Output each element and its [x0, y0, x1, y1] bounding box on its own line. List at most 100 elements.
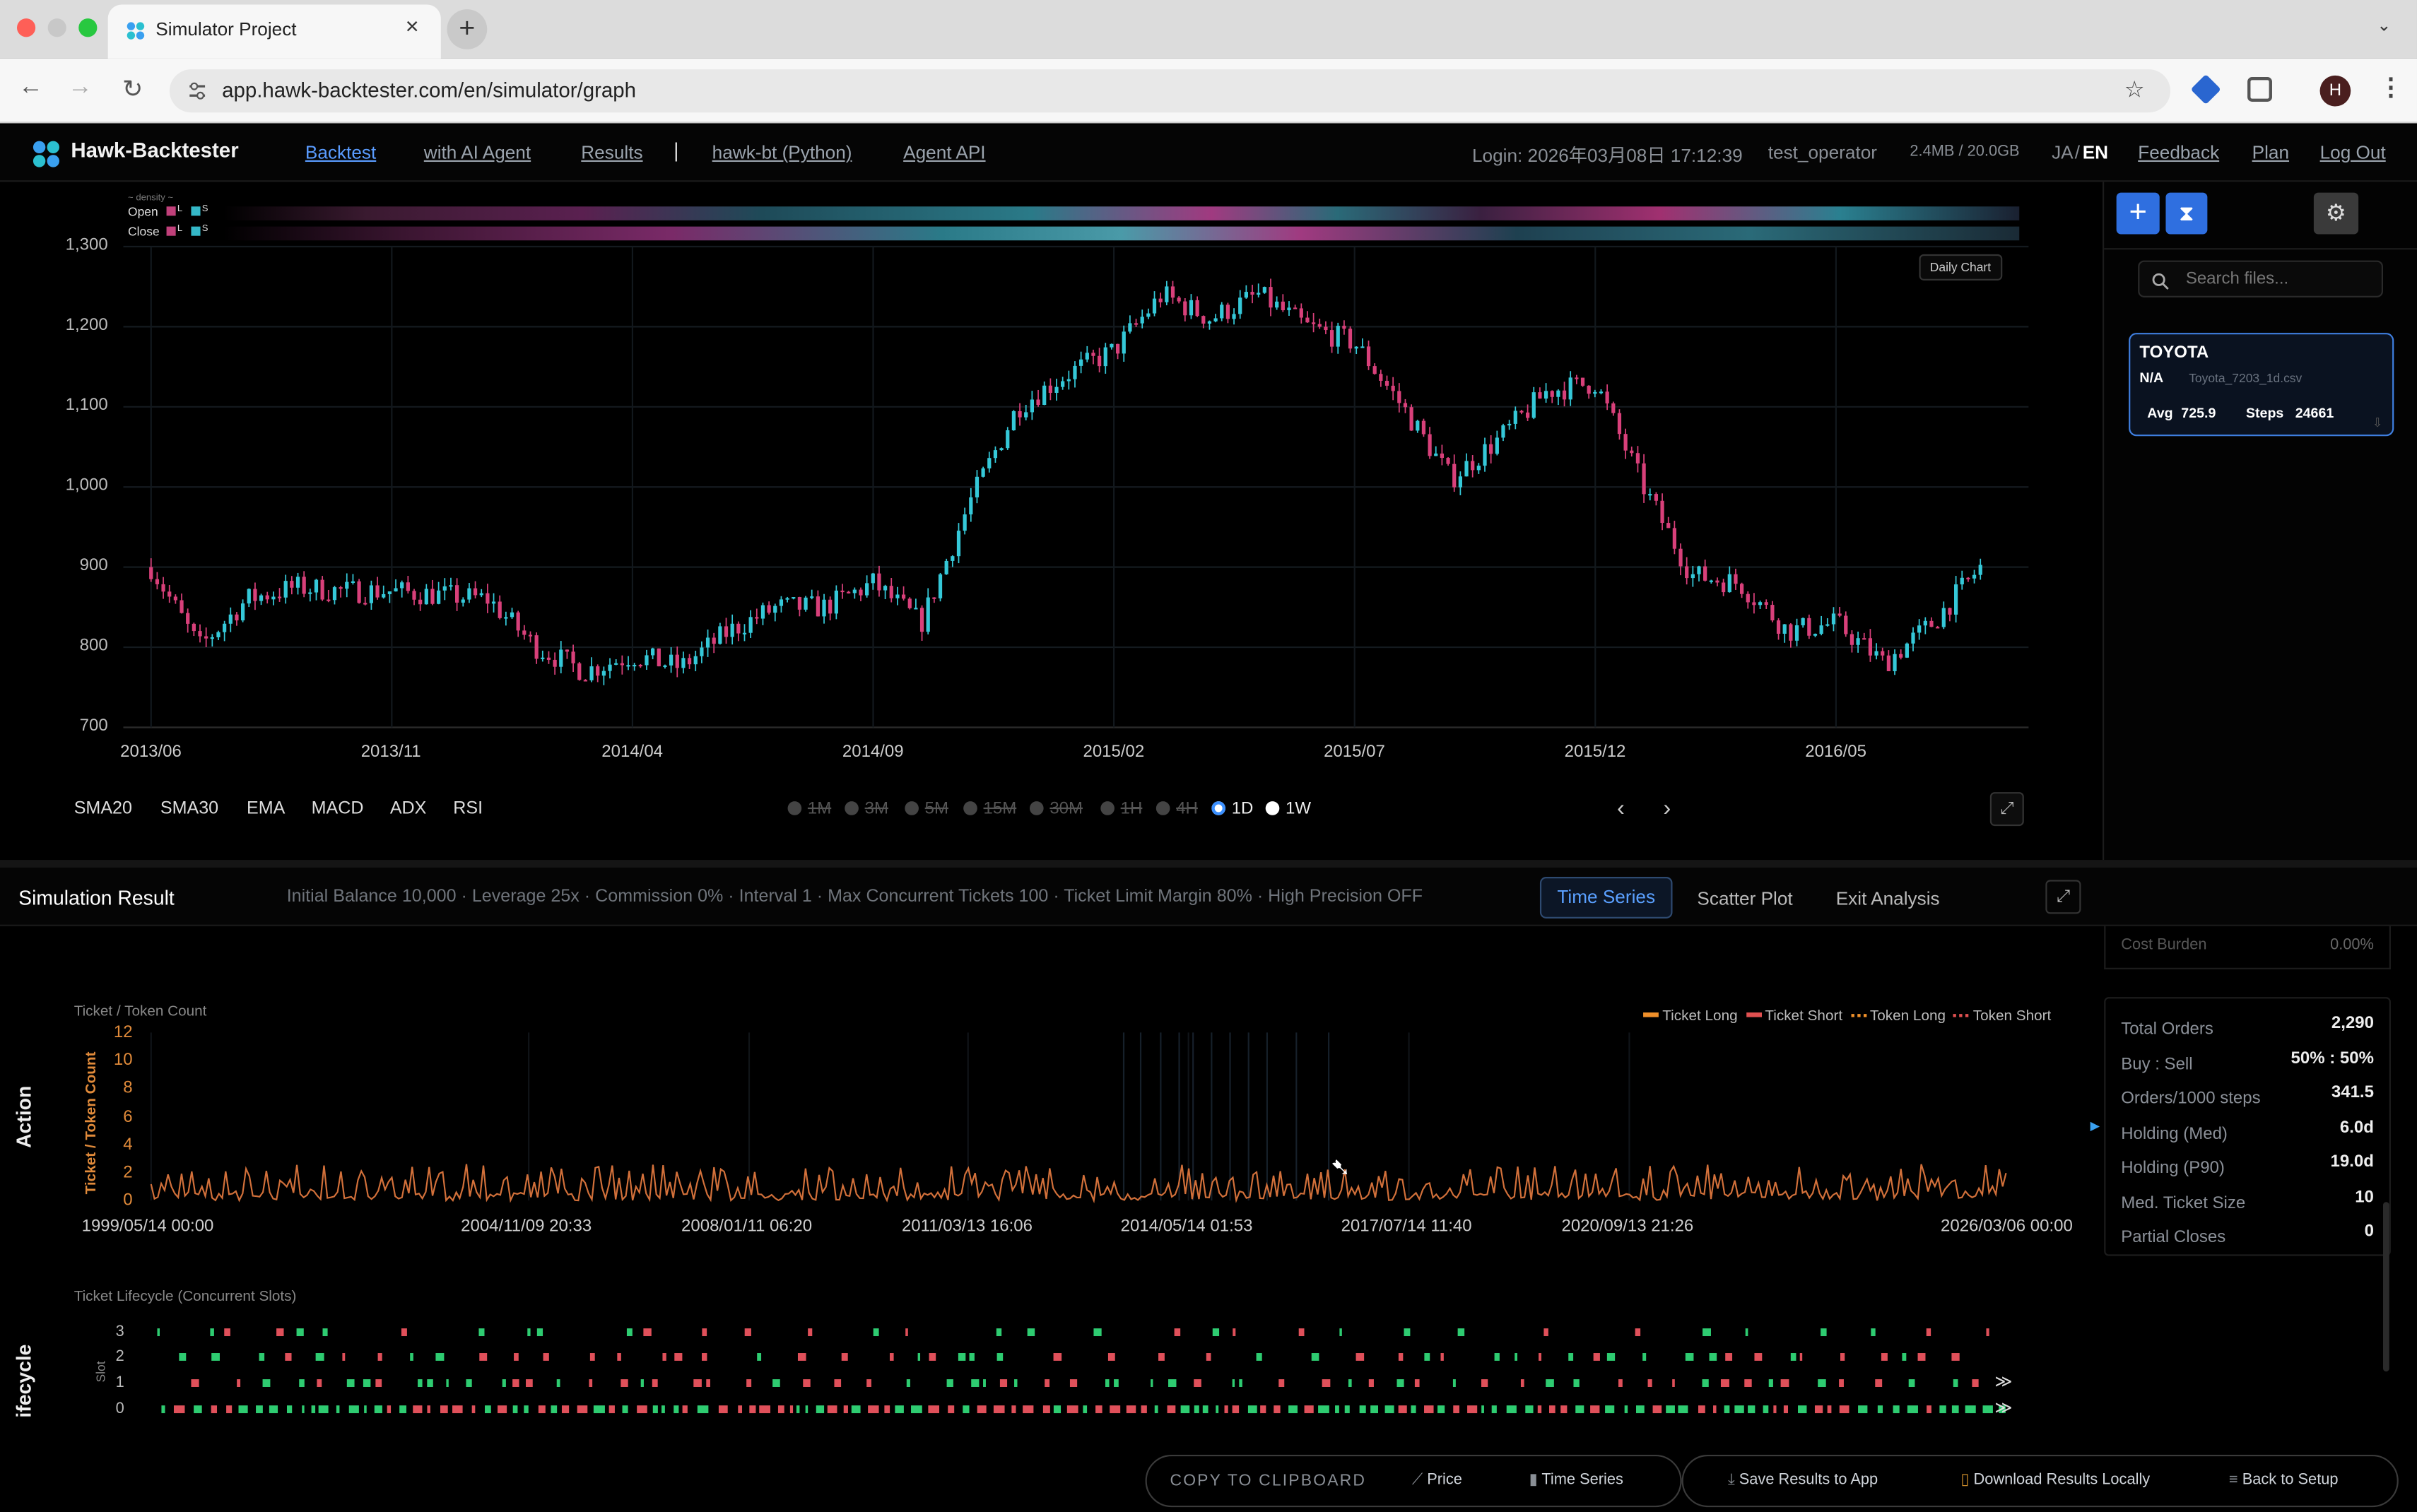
browser-menu-icon[interactable]: ⋮ — [2378, 73, 2403, 104]
price-y-tick: 900 — [79, 556, 108, 575]
candle-body — [865, 583, 869, 596]
timeframe-1d[interactable]: 1D — [1211, 800, 1253, 818]
ticket-bar — [589, 1379, 593, 1388]
tab-time-series[interactable]: Time Series — [1539, 877, 1673, 919]
ticket-bar — [1232, 1379, 1235, 1388]
indicator-sma30[interactable]: SMA30 — [160, 800, 218, 818]
ticket-bar — [210, 1328, 214, 1337]
indicator-rsi[interactable]: RSI — [453, 800, 483, 818]
extensions-puzzle-icon[interactable] — [2247, 77, 2272, 102]
add-file-button[interactable]: + — [2116, 192, 2160, 235]
file-card-toyota[interactable]: TOYOTA N/A Toyota_7203_1d.csv Avg 725.9 … — [2129, 333, 2394, 437]
candle-body — [1324, 326, 1328, 331]
tab-list-chevron-icon[interactable]: ⌄ — [2377, 16, 2391, 35]
candle-body — [1813, 634, 1818, 636]
timeframe-5m[interactable]: 5M — [905, 800, 948, 818]
timeframe-4h[interactable]: 4H — [1155, 800, 1198, 818]
tab-scatter-plot[interactable]: Scatter Plot — [1697, 887, 1792, 909]
price-chart[interactable] — [0, 182, 2103, 860]
copy-time-series-button[interactable]: ▮ Time Series — [1529, 1472, 1623, 1489]
back-arrow-icon[interactable]: ← — [16, 74, 47, 102]
nav-agent-api[interactable]: Agent API — [903, 142, 985, 164]
bookmark-star-icon[interactable]: ☆ — [2124, 76, 2145, 103]
close-window-icon[interactable] — [16, 18, 36, 37]
indicator-macd[interactable]: MACD — [312, 800, 364, 818]
scroll-more-icon[interactable]: ≫ — [1994, 1371, 2012, 1391]
forward-arrow-icon[interactable]: → — [65, 74, 96, 102]
scrollbar[interactable] — [2383, 1202, 2389, 1372]
daily-chart-button[interactable]: Daily Chart — [1919, 254, 2002, 280]
panel-collapse-icon[interactable]: ▶ — [2090, 1118, 2100, 1133]
download-file-icon[interactable]: ⇩ — [2372, 416, 2383, 430]
ticket-bar — [983, 1379, 986, 1388]
candle-body — [283, 581, 288, 598]
chart-fullscreen-icon[interactable]: ⤢ — [1989, 792, 2024, 827]
chart-prev-icon[interactable]: ‹ — [1617, 795, 1625, 821]
settings-gear-icon[interactable]: ⚙ — [2313, 192, 2359, 235]
timeframe-30m[interactable]: 30M — [1029, 800, 1083, 818]
ticket-bar — [1986, 1328, 1989, 1337]
indicator-ema[interactable]: EMA — [247, 800, 285, 818]
lang-en[interactable]: EN — [2083, 142, 2108, 164]
reload-icon[interactable]: ↻ — [117, 74, 148, 105]
lang-ja[interactable]: JA — [2052, 142, 2074, 164]
simulation-params: Initial Balance 10,000 · Leverage 25x · … — [286, 887, 1423, 906]
close-tab-icon[interactable]: × — [406, 14, 419, 40]
ticket-bar — [1652, 1405, 1662, 1414]
candle-body — [871, 573, 875, 584]
ticket-bar — [1624, 1405, 1628, 1414]
back-to-setup-button[interactable]: ≡ Back to Setup — [2229, 1472, 2339, 1489]
minimize-window-icon[interactable] — [47, 18, 66, 37]
copy-price-button[interactable]: ⟋ Price — [1412, 1472, 1462, 1489]
ticket-bar — [1606, 1353, 1616, 1361]
timeframe-1w[interactable]: 1W — [1265, 800, 1311, 818]
candle-body — [320, 579, 324, 600]
file-search-input[interactable]: Search files... — [2138, 260, 2384, 297]
plan-link[interactable]: Plan — [2252, 142, 2289, 164]
tab-exit-analysis[interactable]: Exit Analysis — [1836, 887, 1940, 909]
maximize-window-icon[interactable] — [78, 18, 98, 37]
timeframe-3m[interactable]: 3M — [845, 800, 888, 818]
chart-next-icon[interactable]: › — [1663, 795, 1671, 821]
action-charts[interactable] — [0, 926, 2103, 1451]
candle-body — [1097, 355, 1102, 367]
nav-hawk-bt-python[interactable]: hawk-bt (Python) — [712, 142, 852, 164]
candle-body — [265, 595, 269, 600]
candle-body — [1483, 444, 1487, 466]
nav-results[interactable]: Results — [581, 142, 642, 164]
save-results-button[interactable]: ⤓ Save Results to App — [1728, 1472, 1878, 1489]
logout-link[interactable]: Log Out — [2320, 142, 2386, 164]
scroll-more-icon[interactable]: ≫ — [1994, 1398, 2012, 1417]
candle-body — [919, 608, 924, 632]
timeframe-1h[interactable]: 1H — [1100, 800, 1142, 818]
download-results-button[interactable]: ▯ Download Results Locally — [1960, 1472, 2150, 1489]
nav-ai-agent[interactable]: with AI Agent — [424, 142, 531, 164]
ticket-bar — [1635, 1328, 1641, 1337]
new-tab-button[interactable]: + — [447, 9, 488, 49]
site-settings-icon[interactable] — [187, 80, 208, 102]
indicator-sma20[interactable]: SMA20 — [74, 800, 132, 818]
profile-avatar[interactable]: H — [2319, 75, 2351, 107]
split-divider[interactable] — [0, 860, 2417, 868]
results-fullscreen-icon[interactable]: ⤢ — [2045, 880, 2081, 914]
address-bar[interactable]: app.hawk-backtester.com/en/simulator/gra… — [169, 69, 2171, 113]
candle-body — [1110, 343, 1114, 348]
ticket-bar — [1744, 1379, 1752, 1388]
ticket-bar — [797, 1353, 806, 1361]
hourglass-icon[interactable]: ⧗ — [2165, 192, 2208, 235]
timeframe-1m[interactable]: 1M — [787, 800, 831, 818]
browser-tab[interactable]: Simulator Project × — [107, 4, 441, 59]
nav-backtest[interactable]: Backtest — [305, 142, 376, 164]
feedback-link[interactable]: Feedback — [2138, 142, 2219, 164]
indicator-adx[interactable]: ADX — [390, 800, 427, 818]
metric-buy-sell: 50% : 50% — [2290, 1049, 2374, 1068]
ticket-bar — [1893, 1405, 1900, 1414]
ticket-bar — [1827, 1405, 1832, 1414]
candle-body — [1061, 381, 1065, 387]
ticket-bar — [551, 1405, 558, 1414]
sliders-icon: ≡ — [2228, 1471, 2242, 1489]
ticket-bar — [1247, 1405, 1257, 1414]
ticket-bar — [1840, 1353, 1845, 1361]
candle-body — [186, 613, 190, 624]
timeframe-15m[interactable]: 15M — [963, 800, 1016, 818]
